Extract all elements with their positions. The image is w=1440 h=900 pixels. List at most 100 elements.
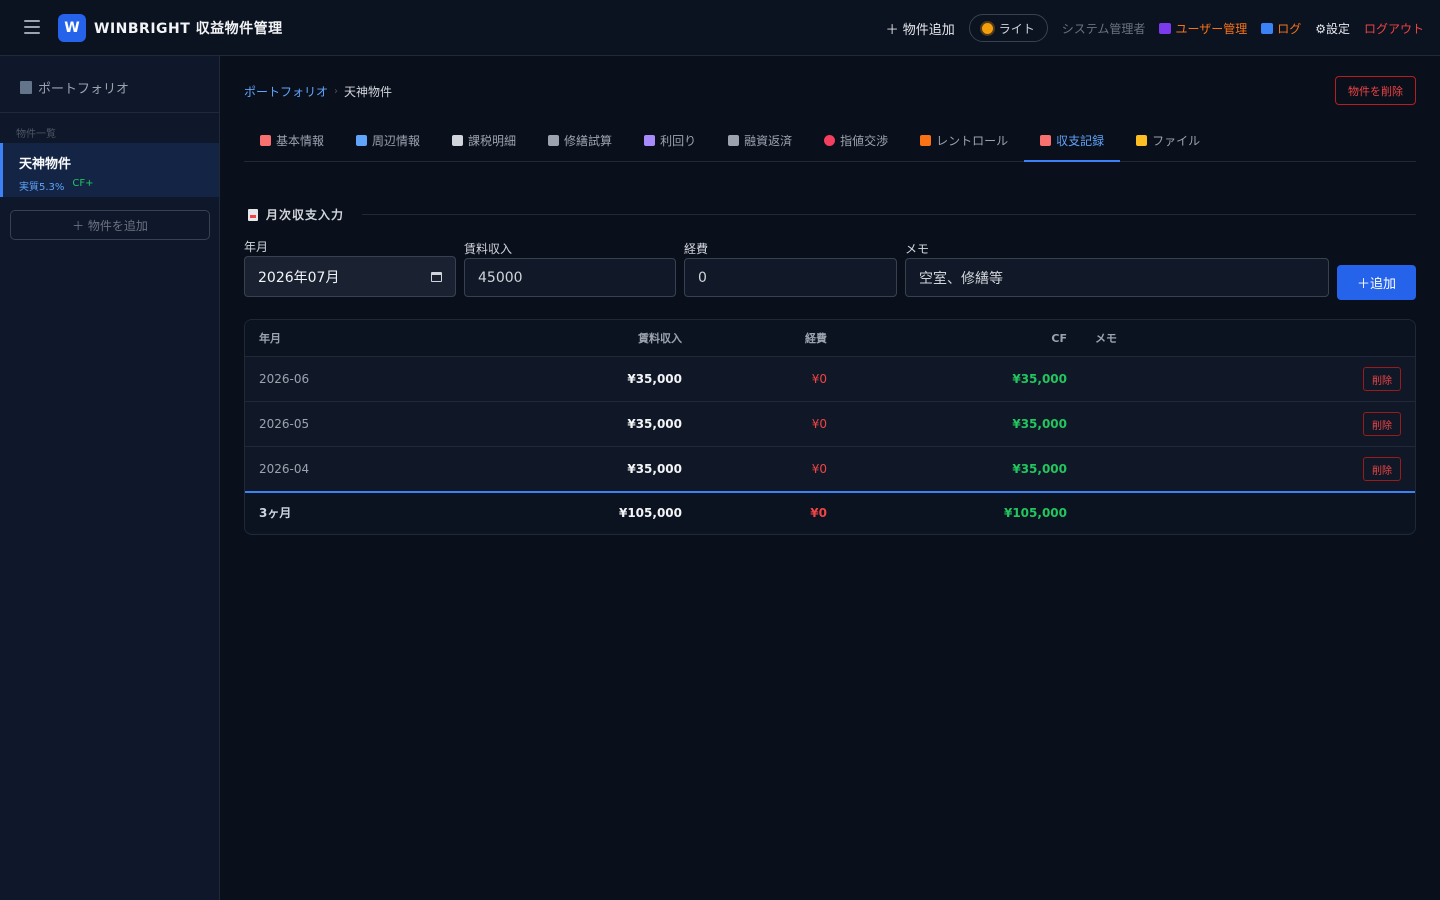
sidebar-title-text: ポートフォリオ (38, 82, 130, 97)
add-record-button[interactable]: ＋追加 (1337, 265, 1416, 300)
header-year-month: 年月 (259, 332, 281, 345)
row-cf: ¥35,000 (1012, 462, 1067, 476)
row-actions: 削除 (1363, 357, 1401, 401)
tab-yield[interactable]: 利回り (628, 120, 712, 161)
row-year-month: 2026-04 (259, 462, 310, 476)
row-rent: ¥35,000 (627, 462, 682, 476)
user-role-label: システム管理者 (1061, 21, 1146, 36)
rent-income-input[interactable]: 45000 (464, 258, 676, 297)
total-label: 3ヶ月 (259, 506, 292, 520)
total-expenses: ¥0 (810, 505, 827, 520)
bar-chart-icon (644, 135, 656, 146)
row-expenses: ¥0 (811, 417, 827, 431)
user-management-link[interactable]: ユーザー管理 (1159, 20, 1247, 37)
row-expenses: ¥0 (811, 372, 827, 386)
document-icon (1040, 134, 1052, 146)
row-year-month: 2026-05 (259, 417, 310, 431)
expenses-input[interactable]: 0 (684, 258, 897, 297)
header-cf: CF (1051, 331, 1067, 345)
header-memo: メモ (1095, 332, 1117, 345)
breadcrumb: ポートフォリオ › 天神物件 (244, 83, 392, 100)
total-rent: ¥105,000 (618, 505, 682, 520)
sidebar-item-property[interactable]: 天神物件 実質5.3% CF+ (0, 143, 219, 197)
memo-field: メモ 空室、修繕等 (905, 240, 1329, 297)
row-expenses: ¥0 (811, 462, 827, 476)
property-yield: 実質5.3% (19, 182, 65, 193)
records-table: 年月 賃料収入 経費 CF メモ 2026-06 ¥35,000 ¥0 ¥35,… (244, 319, 1416, 535)
tab-loan-repayment[interactable]: 融資返済 (712, 120, 808, 161)
log-label: ログ (1277, 21, 1302, 36)
table-row: 2026-06 ¥35,000 ¥0 ¥35,000 削除 (245, 356, 1415, 401)
year-month-label: 年月 (244, 240, 269, 254)
log-link[interactable]: ログ (1261, 20, 1301, 37)
tab-bar: 基本情報 周辺情報 課税明細 修繕試算 利回り 融資返済 指値交渉 レントロール… (244, 120, 1416, 162)
delete-row-button[interactable]: 削除 (1363, 412, 1401, 436)
target-icon (824, 135, 836, 146)
top-nav: ＋ 物件追加 ライト システム管理者 ユーザー管理 ログ ⚙設定 ログアウト (886, 14, 1424, 42)
property-name: 天神物件 (19, 157, 72, 172)
hamburger-menu-icon[interactable] (24, 20, 40, 34)
add-property-nav-button[interactable]: ＋ 物件追加 (886, 19, 955, 38)
tab-label: 利回り (660, 134, 697, 148)
table-row: 2026-05 ¥35,000 ¥0 ¥35,000 削除 (245, 401, 1415, 446)
tab-label: 融資返済 (744, 134, 793, 148)
delete-property-button[interactable]: 物件を削除 (1335, 76, 1416, 105)
rent-income-value: 45000 (478, 269, 523, 286)
property-cf-status: CF+ (72, 178, 94, 189)
sidebar: ポートフォリオ 物件一覧 天神物件 実質5.3% CF+ ＋ 物件を追加 (0, 56, 220, 900)
settings-link[interactable]: ⚙設定 (1315, 20, 1350, 37)
table-total-row: 3ヶ月 ¥105,000 ¥0 ¥105,000 (245, 491, 1415, 532)
theme-toggle-button[interactable]: ライト (968, 14, 1048, 42)
tab-price-negotiation[interactable]: 指値交渉 (808, 120, 904, 161)
sidebar-title: ポートフォリオ (20, 78, 129, 97)
year-month-value: 2026年07月 (258, 269, 340, 286)
tab-label: 課税明細 (468, 134, 517, 148)
tab-tax-details[interactable]: 課税明細 (436, 120, 532, 161)
tab-label: レントロール (936, 134, 1009, 148)
breadcrumb-separator: › (334, 86, 339, 97)
expenses-field: 経費 0 (684, 240, 897, 297)
row-actions: 削除 (1363, 402, 1401, 446)
total-cf: ¥105,000 (1003, 505, 1067, 520)
tab-surroundings[interactable]: 周辺情報 (340, 120, 436, 161)
memo-input[interactable]: 空室、修繕等 (905, 258, 1329, 297)
user-management-label: ユーザー管理 (1175, 21, 1248, 36)
year-month-input[interactable]: 2026年07月 (244, 256, 456, 297)
row-rent: ¥35,000 (627, 372, 682, 386)
table-header: 年月 賃料収入 経費 CF メモ (245, 320, 1415, 356)
tab-repair-estimate[interactable]: 修繕試算 (532, 120, 628, 161)
section-title: 月次収支入力 (266, 208, 345, 222)
tab-income-records[interactable]: 収支記録 (1024, 120, 1121, 162)
expenses-value: 0 (698, 269, 707, 286)
tab-label: 指値交渉 (840, 134, 889, 148)
sidebar-divider (0, 112, 219, 113)
monthly-entry-form: 年月 2026年07月 賃料収入 45000 経費 0 メモ 空室、修繕等 ＋追… (244, 240, 1416, 302)
house-icon (920, 135, 932, 146)
section-divider (362, 214, 1416, 215)
section-header: 月次収支入力 (244, 206, 1416, 223)
row-cf: ¥35,000 (1012, 417, 1067, 431)
delete-row-button[interactable]: 削除 (1363, 367, 1401, 391)
header-expenses: 経費 (805, 332, 827, 345)
rent-income-field: 賃料収入 45000 (464, 240, 676, 297)
app-logo: W (58, 14, 86, 42)
tab-rent-roll[interactable]: レントロール (904, 120, 1024, 161)
row-rent: ¥35,000 (627, 417, 682, 431)
bar-chart-icon (1261, 22, 1274, 34)
breadcrumb-current: 天神物件 (344, 85, 393, 99)
breadcrumb-portfolio-link[interactable]: ポートフォリオ (244, 83, 328, 100)
calendar-icon[interactable] (431, 271, 442, 282)
property-meta: 実質5.3% CF+ (19, 178, 203, 193)
folder-icon (1136, 135, 1148, 146)
tab-files[interactable]: ファイル (1120, 120, 1216, 161)
year-month-field: 年月 2026年07月 (244, 238, 456, 297)
tab-basic-info[interactable]: 基本情報 (244, 120, 340, 161)
logout-link[interactable]: ログアウト (1364, 20, 1424, 37)
header-rent: 賃料収入 (638, 332, 682, 345)
add-property-button[interactable]: ＋ 物件を追加 (10, 210, 210, 240)
row-cf: ¥35,000 (1012, 372, 1067, 386)
delete-row-button[interactable]: 削除 (1363, 457, 1401, 481)
document-icon (248, 208, 258, 221)
tab-label: 修繕試算 (564, 134, 613, 148)
sun-icon (981, 22, 993, 34)
